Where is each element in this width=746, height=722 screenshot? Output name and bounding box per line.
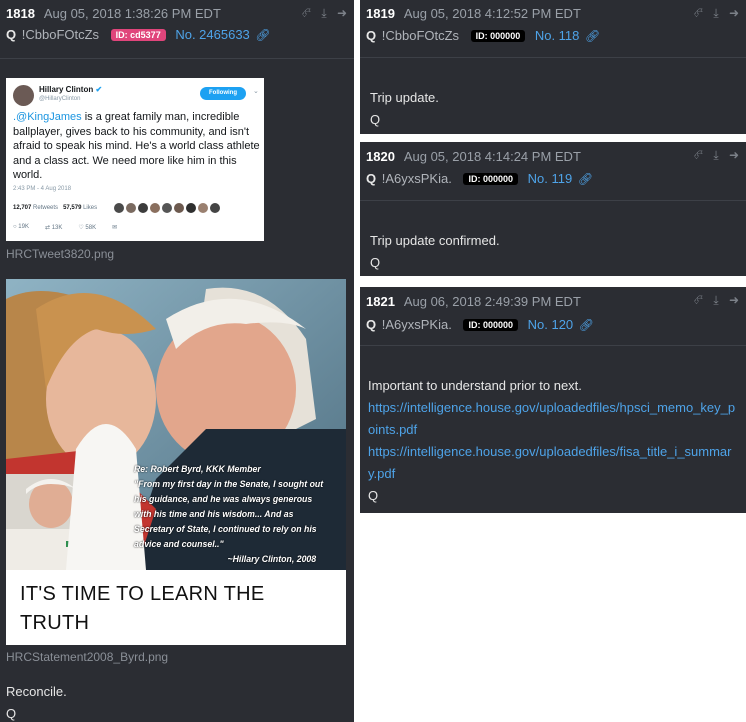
post-number: 1820 [366,149,395,164]
share-icon[interactable]: ⮶ [692,6,704,21]
post-number: 1818 [6,6,35,21]
like-icon: ♡ 58K [78,225,97,231]
message-text: Trip update. [370,90,439,105]
link-icon[interactable]: 🔗︎ [255,28,270,42]
id-badge[interactable]: ID: 000000 [463,319,518,331]
avatar [13,85,34,106]
header-divider [360,57,746,58]
quote-title: Re: Robert Byrd, KKK Member [134,464,261,475]
post-1821: 1821 Aug 06, 2018 2:49:39 PM EDT ⮶ ⤓ ➜ Q… [360,287,746,513]
post-header: 1820 Aug 05, 2018 4:14:24 PM EDT [366,149,581,164]
post-header: 1821 Aug 06, 2018 2:49:39 PM EDT [366,294,581,309]
signature: Q [6,706,17,721]
link-icon[interactable]: 🔗︎ [585,29,600,43]
post-1819: 1819 Aug 05, 2018 4:12:52 PM EDT ⮶ ⤓ ➜ Q… [360,0,746,134]
message-text: Important to understand prior to next. [368,378,582,393]
post-number: 1819 [366,6,395,21]
trip-name: Q [6,27,17,42]
tweet-text: .@KingJames is a great family man, incre… [13,110,261,183]
header-divider [0,58,354,59]
liker-avatars [114,203,220,213]
photo-caption: IT'S TIME TO LEARN THE TRUTH [6,570,346,645]
tripcode: !CbboFOtcZs [381,28,460,43]
chevron-down-icon: ⌄ [253,88,259,95]
share-icon[interactable]: ⮶ [692,293,704,308]
share-icon[interactable]: ⮶ [692,148,704,163]
post-actions: ⮶ ⤓ ➜ [692,148,740,163]
post-number: 1821 [366,294,395,309]
id-badge[interactable]: ID: cd5377 [110,29,166,41]
post-author: Q !A6yxsPKia. ID: 000000 No. 120 🔗︎ [366,317,594,332]
message-icon: ✉ [112,225,118,231]
photo-quote: Re: Robert Byrd, KKK Member "From my fir… [134,462,327,567]
header-divider [360,345,746,346]
post-message: Trip update confirmed. Q [370,230,500,274]
post-author: Q !CbboFOtcZs ID: 000000 No. 118 🔗︎ [366,28,600,43]
quote-attribution: ~Hillary Clinton, 2008 [227,554,317,565]
post-1820: 1820 Aug 05, 2018 4:14:24 PM EDT ⮶ ⤓ ➜ Q… [360,142,746,276]
message-text: Reconcile. [6,684,67,699]
tweet-mention: .@KingJames [13,111,82,123]
post-no-link[interactable]: No. 119 [528,171,573,186]
post-no-link[interactable]: No. 2465633 [175,27,249,42]
header-divider [360,200,746,201]
download-icon[interactable]: ⤓ [710,6,722,21]
tweet-image[interactable]: Hillary Clinton ✔ @HillaryClinton Follow… [6,78,264,241]
tripcode: !A6yxsPKia. [381,317,452,332]
post-message: Trip update. Q [370,87,439,131]
memo-link-1[interactable]: https://intelligence.house.gov/uploadedf… [368,397,740,441]
link-icon[interactable]: 🔗︎ [579,318,594,332]
post-date: Aug 05, 2018 4:12:52 PM EDT [403,6,581,21]
tweet-time: 2:43 PM - 4 Aug 2018 [13,186,72,192]
post-header: 1819 Aug 05, 2018 4:12:52 PM EDT [366,6,581,21]
tweet-actions: ○ 19K ⇄ 13K ♡ 58K ✉ [13,224,117,231]
download-icon[interactable]: ⤓ [318,6,330,21]
tweet-author-name: Hillary Clinton ✔ [39,85,103,94]
retweet-icon: ⇄ 13K [44,225,63,231]
trip-name: Q [366,28,377,43]
file-name[interactable]: HRCTweet3820.png [6,247,114,261]
trip-name: Q [366,317,377,332]
photo-image[interactable]: Re: Robert Byrd, KKK Member "From my fir… [6,279,346,570]
reply-icon: ○ 19K [13,224,29,230]
download-icon[interactable]: ⤓ [710,148,722,163]
signature: Q [368,488,379,503]
post-message: Important to understand prior to next. h… [368,375,740,507]
verified-icon: ✔ [95,85,103,94]
tripcode: !A6yxsPKia. [381,171,452,186]
tripcode: !CbboFOtcZs [21,27,100,42]
post-date: Aug 05, 2018 4:14:24 PM EDT [403,149,581,164]
post-1818: 1818 Aug 05, 2018 1:38:26 PM EDT ⮶ ⤓ ➜ Q… [0,0,354,722]
post-author: Q !A6yxsPKia. ID: 000000 No. 119 🔗︎ [366,171,593,186]
post-header: 1818 Aug 05, 2018 1:38:26 PM EDT [6,6,221,21]
tweet-author-handle: @HillaryClinton [39,96,81,102]
arrow-icon[interactable]: ➜ [728,148,740,163]
message-text: Trip update confirmed. [370,233,500,248]
signature: Q [370,255,381,270]
post-date: Aug 05, 2018 1:38:26 PM EDT [43,6,221,21]
link-icon[interactable]: 🔗︎ [578,172,593,186]
arrow-icon[interactable]: ➜ [728,6,740,21]
memo-link-2[interactable]: https://intelligence.house.gov/uploadedf… [368,441,740,485]
arrow-icon[interactable]: ➜ [336,6,348,21]
post-no-link[interactable]: No. 120 [528,317,574,332]
post-actions: ⮶ ⤓ ➜ [692,293,740,308]
arrow-icon[interactable]: ➜ [728,293,740,308]
quote-body: "From my first day in the Senate, I soug… [134,479,324,550]
post-no-link[interactable]: No. 118 [535,28,580,43]
tweet-stats: 12,707 Retweets 57,579 Likes [13,205,98,211]
id-badge[interactable]: ID: 000000 [463,173,518,185]
download-icon[interactable]: ⤓ [710,293,722,308]
share-icon[interactable]: ⮶ [300,6,312,21]
file-name[interactable]: HRCStatement2008_Byrd.png [6,650,168,664]
post-message: Reconcile. Q [6,681,67,722]
post-date: Aug 06, 2018 2:49:39 PM EDT [403,294,581,309]
post-author: Q !CbboFOtcZs ID: cd5377 No. 2465633 🔗︎ [6,27,271,42]
post-actions: ⮶ ⤓ ➜ [300,6,348,21]
following-button: Following [200,87,246,100]
id-badge[interactable]: ID: 000000 [470,30,526,42]
trip-name: Q [366,171,377,186]
signature: Q [370,112,381,127]
post-actions: ⮶ ⤓ ➜ [692,6,740,21]
